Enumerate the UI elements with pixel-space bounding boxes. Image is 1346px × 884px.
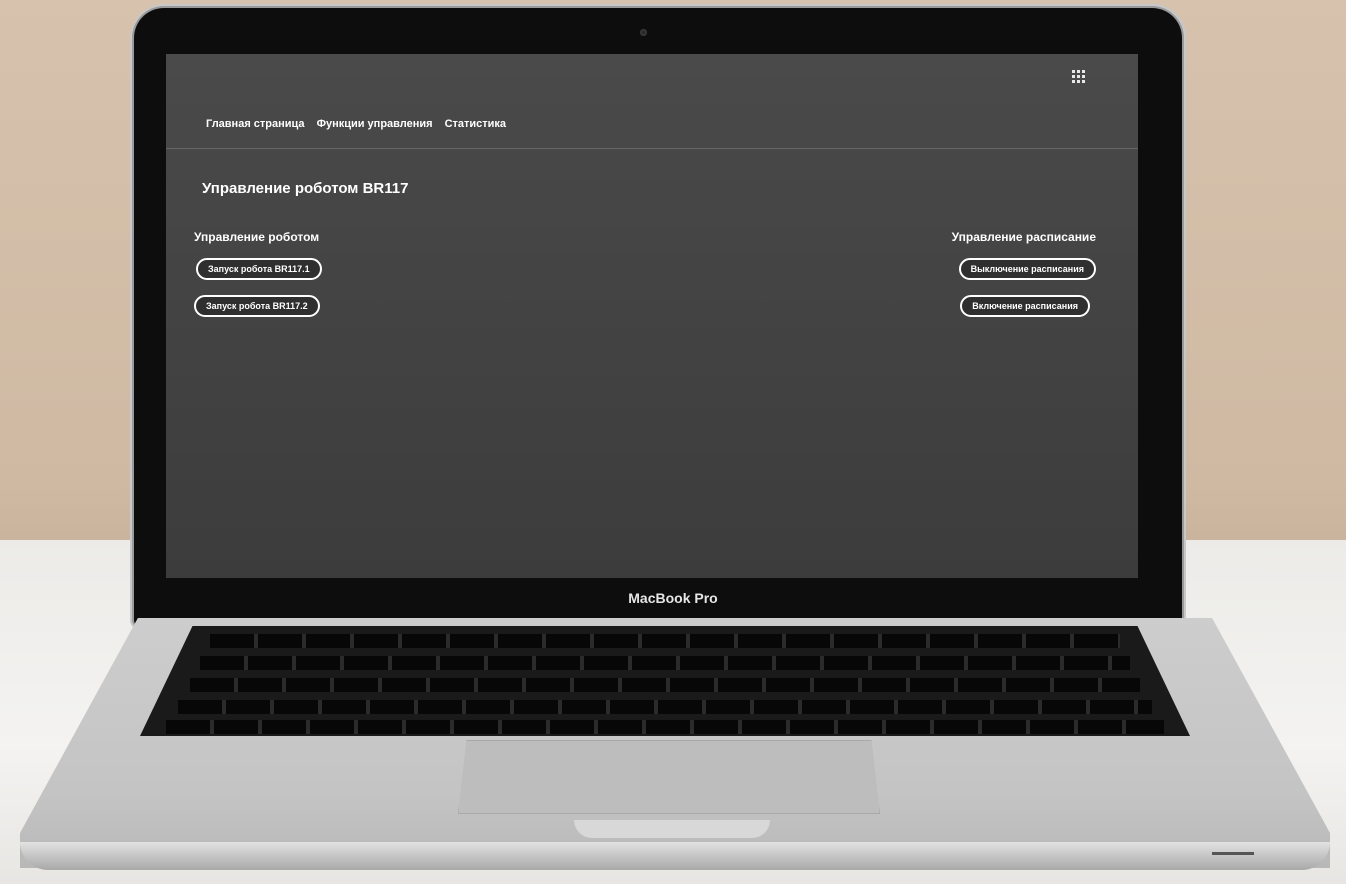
start-robot-2-button[interactable]: Запуск робота BR117.2	[194, 295, 320, 317]
enable-schedule-button[interactable]: Включение расписания	[960, 295, 1090, 317]
start-robot-1-button[interactable]: Запуск робота BR117.1	[196, 258, 322, 280]
nav-divider	[166, 148, 1138, 149]
nav-item-home[interactable]: Главная страница	[206, 118, 305, 130]
nav-item-control-functions[interactable]: Функции управления	[317, 118, 433, 130]
laptop-base-edge	[20, 842, 1330, 870]
page-title: Управление роботом BR117	[202, 180, 409, 197]
schedule-control-title: Управление расписание	[951, 230, 1096, 244]
disable-schedule-button[interactable]: Выключение расписания	[958, 258, 1096, 280]
webcam-icon	[640, 29, 647, 36]
nav-item-statistics[interactable]: Статистика	[445, 118, 507, 130]
lid-notch	[574, 820, 770, 838]
schedule-control-section: Управление расписание Выключение расписа…	[952, 230, 1096, 332]
brand-label: MacBook Pro	[628, 590, 718, 606]
trackpad	[458, 740, 880, 814]
top-nav: Главная страница Функции управления Стат…	[206, 118, 506, 130]
grid-apps-icon[interactable]	[1072, 70, 1085, 83]
robot-control-section: Управление роботом Запуск робота BR117.1…	[194, 230, 322, 332]
app-screen: Главная страница Функции управления Стат…	[166, 54, 1138, 578]
keyboard	[140, 626, 1190, 736]
status-led	[1212, 852, 1254, 855]
robot-control-title: Управление роботом	[194, 230, 320, 244]
